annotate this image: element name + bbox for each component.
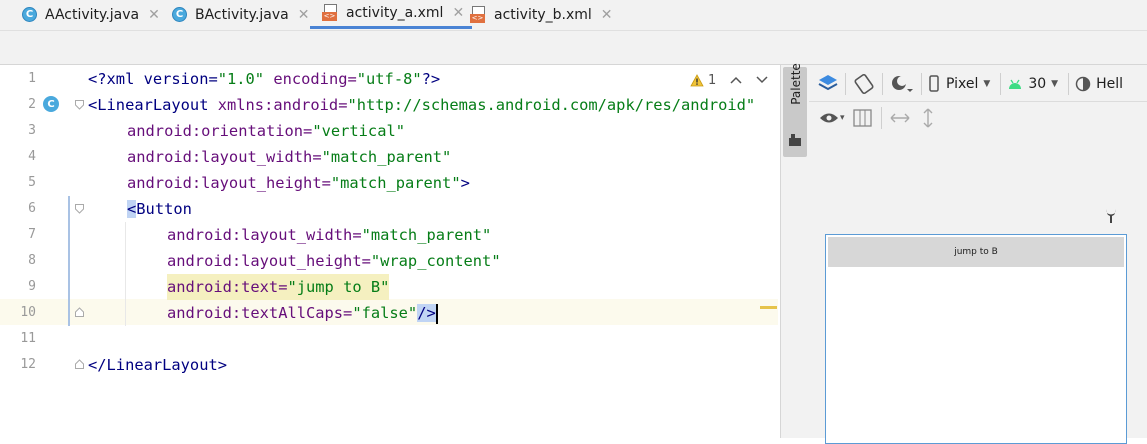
theme-icon: [1075, 76, 1091, 92]
tab-activity-b-xml[interactable]: <> activity_b.xml ✕: [470, 0, 613, 29]
line-number: 10: [20, 305, 36, 320]
eye-icon[interactable]: [819, 111, 839, 125]
tab-aactivity-java[interactable]: C AActivity.java ✕: [22, 0, 160, 29]
chevron-down-icon[interactable]: [756, 76, 768, 84]
line-number: 11: [20, 331, 36, 346]
theme-selector[interactable]: Hell: [1096, 76, 1123, 92]
line-number: 7: [28, 227, 36, 242]
palette-strip: Palette: [780, 63, 810, 438]
close-icon[interactable]: ✕: [298, 7, 310, 23]
close-icon[interactable]: ✕: [148, 7, 160, 23]
close-icon[interactable]: ✕: [601, 7, 613, 23]
code-line-1[interactable]: <?xml version="1.0" encoding="utf-8"?>: [88, 66, 440, 92]
palette-label: Palette: [789, 63, 803, 105]
warning-count: 1: [708, 72, 717, 88]
line-number: 9: [28, 279, 36, 294]
tab-label: activity_b.xml: [494, 6, 592, 23]
code-line-7[interactable]: android:layout_width="match_parent": [167, 222, 491, 248]
expand-vertical-icon[interactable]: [922, 108, 934, 128]
line-number: 3: [28, 123, 36, 138]
related-class-icon[interactable]: C: [43, 96, 59, 112]
tab-label: AActivity.java: [45, 6, 140, 23]
editor-toolstrip: [0, 31, 1147, 65]
code-line-10[interactable]: android:textAllCaps="false"/>: [167, 300, 438, 326]
java-class-icon: C: [22, 7, 37, 22]
fold-open-icon[interactable]: [75, 100, 84, 110]
code-line-4[interactable]: android:layout_width="match_parent": [127, 144, 451, 170]
line-number: 5: [28, 175, 36, 190]
text-cursor: [435, 303, 438, 324]
xml-file-icon: <>: [470, 5, 486, 24]
line-number: 8: [28, 253, 36, 268]
night-mode-icon[interactable]: [889, 73, 915, 95]
scope-indicator: [68, 196, 70, 326]
preview-button[interactable]: jump to B: [828, 237, 1124, 267]
api-level-selector[interactable]: 30: [1028, 76, 1046, 92]
expand-horizontal-icon[interactable]: [890, 112, 910, 124]
device-selector[interactable]: Pixel: [946, 76, 978, 92]
fold-open-icon[interactable]: [75, 204, 84, 214]
palette-icon: [789, 134, 801, 146]
editor-tab-bar: C AActivity.java ✕ C BActivity.java ✕ <>…: [0, 0, 1147, 31]
chevron-up-icon[interactable]: [730, 76, 742, 84]
tab-activity-a-xml[interactable]: <> activity_a.xml ✕: [310, 0, 473, 29]
code-line-2[interactable]: <LinearLayout xmlns:android="http://sche…: [88, 92, 778, 118]
fold-close-icon[interactable]: [75, 307, 84, 317]
indent-guide: [125, 222, 126, 326]
wrench-icon[interactable]: [1104, 207, 1118, 225]
device-icon: [929, 75, 939, 92]
line-number: 12: [20, 357, 36, 372]
orientation-icon[interactable]: [852, 73, 876, 95]
line-number: 1: [28, 71, 36, 86]
java-class-icon: C: [172, 7, 187, 22]
inspection-widget[interactable]: 1: [690, 70, 768, 90]
layout-grid-icon[interactable]: [852, 109, 873, 127]
fold-close-icon[interactable]: [75, 359, 84, 369]
code-line-6[interactable]: <Button: [127, 196, 192, 222]
line-number: 2: [28, 97, 36, 112]
close-icon[interactable]: ✕: [452, 5, 464, 21]
line-number: 6: [28, 201, 36, 216]
warning-stripe-marker[interactable]: [760, 306, 777, 309]
line-number: 4: [28, 149, 36, 164]
toolbar-divider: [809, 101, 1147, 102]
device-preview-screen[interactable]: jump to B: [825, 234, 1127, 444]
design-surface-icon[interactable]: [817, 73, 839, 95]
design-toolbar-row-2: ▾: [809, 101, 1147, 135]
chevron-down-icon[interactable]: ▼: [983, 79, 990, 89]
palette-toggle-button[interactable]: Palette: [783, 63, 807, 157]
xml-file-icon: <>: [322, 4, 338, 22]
code-line-8[interactable]: android:layout_height="wrap_content": [167, 248, 501, 274]
design-toolbar-row-1: Pixel ▼ 30 ▼ Hell: [809, 67, 1147, 101]
android-icon: [1009, 79, 1022, 89]
code-line-9[interactable]: android:text="jump to B": [167, 274, 390, 300]
code-line-3[interactable]: android:orientation="vertical": [127, 118, 405, 144]
tab-label: BActivity.java: [195, 6, 289, 23]
warning-icon: [690, 73, 704, 86]
chevron-down-icon[interactable]: ▼: [1051, 79, 1058, 89]
code-line-12[interactable]: </LinearLayout>: [88, 352, 227, 378]
tab-label: activity_a.xml: [346, 5, 444, 21]
tab-bactivity-java[interactable]: C BActivity.java ✕: [172, 0, 309, 29]
code-line-5[interactable]: android:layout_height="match_parent">: [127, 170, 470, 196]
